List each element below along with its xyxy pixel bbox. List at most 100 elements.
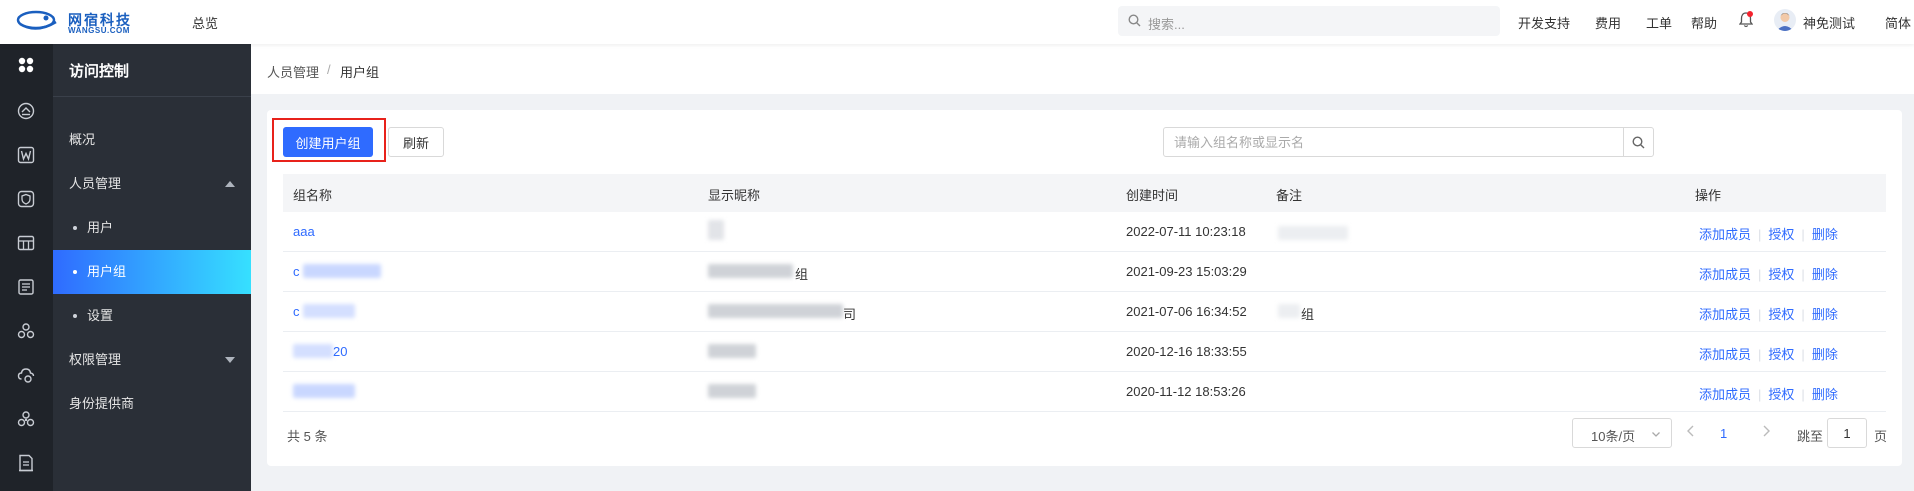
sidebar-item-label: 权限管理: [69, 352, 122, 367]
column-header-created: 创建时间: [1126, 188, 1179, 203]
breadcrumb-separator: /: [327, 62, 331, 77]
network-icon[interactable]: [15, 408, 37, 430]
table-row: aaa 2022-07-11 10:23:18 添加成员 | 授权 | 删除: [283, 212, 1886, 252]
authorize-link[interactable]: 授权: [1768, 347, 1794, 362]
sidebar-item-label: 设置: [87, 308, 114, 323]
redacted-group-name: [303, 304, 355, 318]
redacted-remark: [1278, 226, 1348, 240]
group-name-link[interactable]: c: [293, 264, 300, 279]
jump-label: 跳至: [1797, 429, 1824, 444]
redacted-group-name: [293, 344, 333, 358]
create-user-group-button[interactable]: 创建用户组: [283, 127, 373, 157]
row-actions: 添加成员 | 授权 | 删除: [1699, 387, 1838, 402]
row-actions: 添加成员 | 授权 | 删除: [1699, 227, 1838, 242]
nickname-tail: 组: [795, 267, 809, 282]
remark-tail: 组: [1301, 307, 1315, 322]
delete-link[interactable]: 删除: [1812, 307, 1838, 322]
refresh-button[interactable]: 刷新: [388, 127, 444, 157]
total-count: 共 5 条: [287, 429, 328, 444]
global-search[interactable]: 搜索...: [1118, 6, 1500, 36]
dev-support-link[interactable]: 开发支持: [1518, 13, 1570, 32]
created-time: 2022-07-11 10:23:18: [1126, 224, 1246, 239]
delete-link[interactable]: 删除: [1812, 267, 1838, 282]
page-size-value: 10条/页: [1591, 429, 1636, 444]
delete-link[interactable]: 删除: [1812, 347, 1838, 362]
row-actions: 添加成员 | 授权 | 删除: [1699, 307, 1838, 322]
web-icon[interactable]: [15, 144, 37, 166]
table-row: c 组 2021-09-23 15:03:29 添加成员 | 授权 | 删除: [283, 252, 1886, 292]
language-switch[interactable]: 简体: [1885, 13, 1911, 32]
redacted-nickname: [708, 220, 724, 240]
redacted-group-name: [293, 384, 355, 398]
redacted-nickname: [708, 264, 793, 278]
sidebar-item-label: 用户: [87, 220, 114, 235]
chevron-down-icon: [1652, 432, 1660, 437]
breadcrumb-parent[interactable]: 人员管理: [267, 62, 319, 81]
search-button[interactable]: [1623, 128, 1653, 156]
created-time: 2020-11-12 18:53:26: [1126, 384, 1246, 399]
column-header-actions: 操作: [1695, 188, 1722, 203]
delete-link[interactable]: 删除: [1812, 387, 1838, 402]
chevron-right-icon[interactable]: [1760, 424, 1772, 438]
help-link[interactable]: 帮助: [1691, 13, 1717, 32]
group-search-input[interactable]: [1164, 128, 1604, 156]
authorize-link[interactable]: 授权: [1768, 387, 1794, 402]
created-time: 2021-09-23 15:03:29: [1126, 264, 1247, 279]
ticket-link[interactable]: 工单: [1646, 13, 1672, 32]
table-row: 20 2020-12-16 18:33:55 添加成员 | 授权 | 删除: [283, 332, 1886, 372]
add-member-link[interactable]: 添加成员: [1699, 307, 1751, 322]
sidebar-item-people-management[interactable]: 人员管理: [53, 162, 251, 206]
sidebar-item-user-groups[interactable]: 用户组: [53, 250, 251, 294]
jump-page-input[interactable]: [1827, 418, 1867, 448]
document-icon[interactable]: [15, 452, 37, 474]
group-name-link[interactable]: aaa: [293, 224, 315, 239]
cloud-security-icon[interactable]: [15, 364, 37, 386]
avatar[interactable]: [1774, 9, 1796, 31]
product-rail: [0, 44, 53, 491]
chevron-left-icon[interactable]: [1685, 424, 1697, 438]
group-name-link[interactable]: c: [293, 304, 300, 319]
main-scrollbar[interactable]: [1906, 94, 1914, 491]
billing-link[interactable]: 费用: [1595, 13, 1621, 32]
chevron-down-icon: [225, 357, 235, 363]
sidebar-item-identity-provider[interactable]: 身份提供商: [53, 382, 251, 426]
sidebar-item-permissions[interactable]: 权限管理: [53, 338, 251, 382]
created-time: 2021-07-06 16:34:52: [1126, 304, 1247, 319]
sidebar-item-overview[interactable]: 概况: [53, 118, 251, 162]
add-member-link[interactable]: 添加成员: [1699, 267, 1751, 282]
bullet-icon: [73, 226, 77, 230]
wangsu-logo[interactable]: 网宿科技 WANGSU.COM: [16, 6, 156, 38]
shield-icon[interactable]: [15, 188, 37, 210]
page-number[interactable]: 1: [1720, 426, 1727, 441]
page-size-select[interactable]: 10条/页: [1572, 418, 1672, 448]
sidebar-item-label: 概况: [69, 132, 96, 147]
column-header-remark: 备注: [1276, 188, 1303, 203]
add-member-link[interactable]: 添加成员: [1699, 227, 1751, 242]
group-search: [1163, 127, 1654, 157]
authorize-link[interactable]: 授权: [1768, 267, 1794, 282]
delete-link[interactable]: 删除: [1812, 227, 1838, 242]
created-time: 2020-12-16 18:33:55: [1126, 344, 1247, 359]
overview-link[interactable]: 总览: [192, 13, 218, 32]
sidebar-item-settings[interactable]: 设置: [53, 294, 251, 338]
breadcrumb: 人员管理 / 用户组: [251, 44, 1914, 94]
group-name-link[interactable]: 20: [333, 344, 347, 359]
cdn-icon[interactable]: [15, 100, 37, 122]
cluster-icon[interactable]: [15, 320, 37, 342]
sidebar-divider: [53, 96, 251, 97]
sidebar-item-label: 用户组: [87, 264, 127, 279]
storage-icon[interactable]: [15, 232, 37, 254]
dashboard-icon[interactable]: [15, 54, 37, 76]
jump-unit: 页: [1874, 429, 1888, 444]
table-row: c 司 2021-07-06 16:34:52 组 添加成员 | 授权 | 删除: [283, 292, 1886, 332]
bullet-icon: [73, 314, 77, 318]
authorize-link[interactable]: 授权: [1768, 227, 1794, 242]
authorize-link[interactable]: 授权: [1768, 307, 1794, 322]
add-member-link[interactable]: 添加成员: [1699, 347, 1751, 362]
add-member-link[interactable]: 添加成员: [1699, 387, 1751, 402]
sidebar-item-users[interactable]: 用户: [53, 206, 251, 250]
log-icon[interactable]: [15, 276, 37, 298]
notification-badge: [1747, 11, 1753, 17]
redacted-nickname: [708, 344, 756, 358]
username[interactable]: 神免测试: [1803, 13, 1855, 32]
